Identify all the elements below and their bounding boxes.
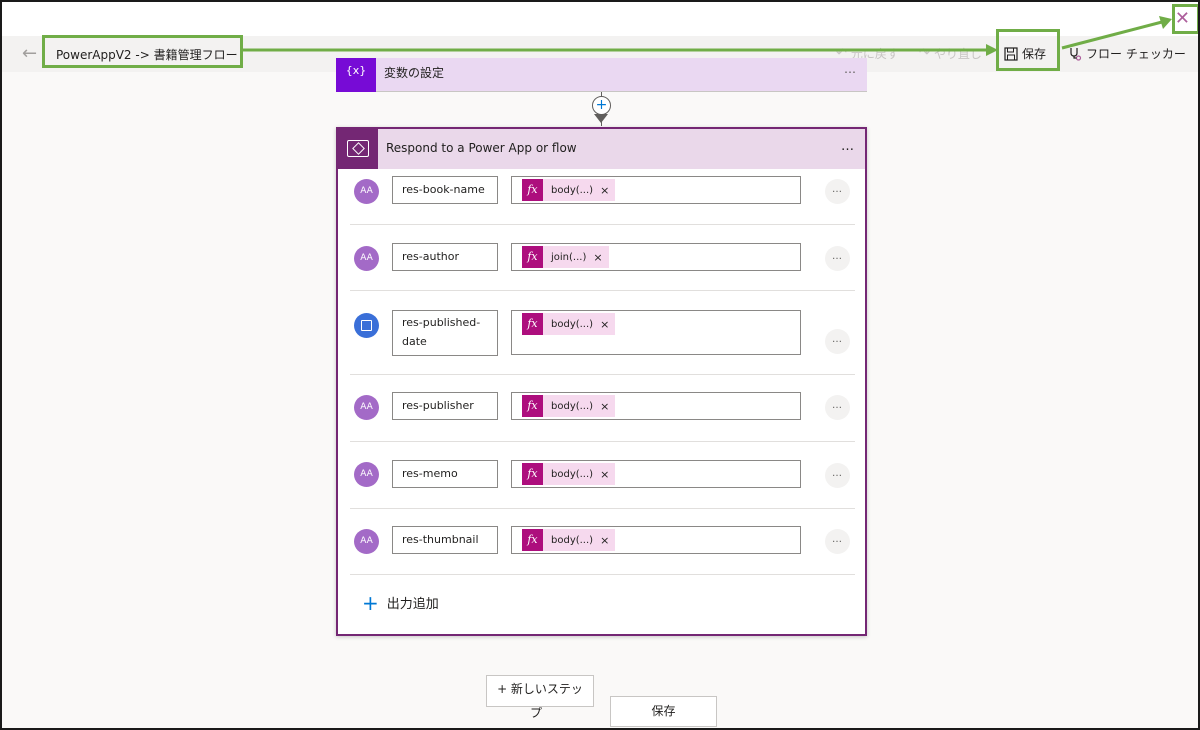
token-label: body(...) — [551, 468, 594, 480]
output-row: AA res-publisher fx body(...) × … — [350, 375, 855, 442]
set-variable-action[interactable]: {x} 変数の設定 … — [336, 58, 867, 92]
new-step-button[interactable]: + 新しいステッ — [486, 675, 594, 707]
remove-token-icon[interactable]: × — [600, 468, 609, 481]
output-name-field[interactable]: res-memo — [392, 460, 498, 488]
card-title: Respond to a Power App or flow — [386, 141, 577, 155]
remove-token-icon[interactable]: × — [593, 251, 602, 264]
set-variable-title: 変数の設定 — [384, 66, 445, 80]
output-row: res-published-date fx body(...) × … — [350, 291, 855, 375]
fx-icon: fx — [522, 313, 543, 335]
new-step-label-wrap[interactable]: プ — [530, 704, 542, 721]
output-value-field[interactable]: fx body(...) × — [511, 526, 801, 554]
output-value-field[interactable]: fx body(...) × — [511, 176, 801, 204]
redo-label: やり直し — [933, 47, 982, 61]
text-type-icon: AA — [354, 395, 379, 420]
expression-token[interactable]: fx body(...) × — [522, 179, 616, 201]
output-name-field[interactable]: res-author — [392, 243, 498, 271]
variable-icon: {x} — [336, 58, 376, 92]
output-name-field[interactable]: res-publisher — [392, 392, 498, 420]
flow-checker-label: フロー チェッカー — [1086, 47, 1186, 61]
fx-icon: fx — [522, 395, 543, 417]
powerapps-icon — [338, 129, 378, 169]
expression-token[interactable]: fx body(...) × — [522, 463, 616, 485]
highlight-breadcrumb — [42, 35, 243, 68]
redo-icon: ↷ — [919, 46, 930, 61]
expression-token[interactable]: fx body(...) × — [522, 395, 616, 417]
output-name-field[interactable]: res-thumbnail — [392, 526, 498, 554]
card-more-icon[interactable]: … — [841, 139, 855, 154]
connector-arrow-icon — [594, 114, 608, 123]
expression-token[interactable]: fx body(...) × — [522, 529, 616, 551]
token-label: body(...) — [551, 318, 594, 330]
remove-token-icon[interactable]: × — [600, 534, 609, 547]
card-header[interactable]: Respond to a Power App or flow … — [338, 129, 865, 169]
remove-token-icon[interactable]: × — [600, 184, 609, 197]
more-icon[interactable]: … — [844, 62, 857, 76]
flow-checker-button[interactable]: フロー チェッカー — [1068, 45, 1186, 62]
redo-button[interactable]: ↷ やり直し — [919, 45, 982, 62]
output-row: AA res-memo fx body(...) × … — [350, 442, 855, 509]
token-label: join(...) — [551, 251, 587, 263]
row-more-icon[interactable]: … — [825, 463, 850, 488]
text-type-icon: AA — [354, 246, 379, 271]
highlight-save — [996, 29, 1060, 71]
token-label: body(...) — [551, 184, 594, 196]
fx-icon: fx — [522, 246, 543, 268]
output-value-field[interactable]: fx body(...) × — [511, 392, 801, 420]
fx-icon: fx — [522, 179, 543, 201]
expression-token[interactable]: fx body(...) × — [522, 313, 616, 335]
row-more-icon[interactable]: … — [825, 329, 850, 354]
add-output-button[interactable]: + 出力追加 — [362, 590, 439, 615]
add-output-label: 出力追加 — [386, 597, 439, 612]
plus-icon: + — [362, 590, 379, 615]
output-row: AA res-book-name fx body(...) × … — [350, 169, 855, 225]
row-more-icon[interactable]: … — [825, 179, 850, 204]
output-value-field[interactable]: fx join(...) × — [511, 243, 801, 271]
output-name-field[interactable]: res-book-name — [392, 176, 498, 204]
expression-token[interactable]: fx join(...) × — [522, 246, 609, 268]
text-type-icon: AA — [354, 462, 379, 487]
respond-to-powerapp-card: Respond to a Power App or flow … AA res-… — [336, 127, 867, 636]
fx-icon: fx — [522, 529, 543, 551]
text-type-icon: AA — [354, 529, 379, 554]
highlight-close — [1172, 4, 1198, 34]
token-label: body(...) — [551, 400, 594, 412]
output-value-field[interactable]: fx body(...) × — [511, 310, 801, 355]
output-value-field[interactable]: fx body(...) × — [511, 460, 801, 488]
token-label: body(...) — [551, 534, 594, 546]
row-more-icon[interactable]: … — [825, 529, 850, 554]
insert-step-plus-icon[interactable]: + — [592, 96, 611, 115]
remove-token-icon[interactable]: × — [600, 400, 609, 413]
save-bottom-button[interactable]: 保存 — [610, 696, 717, 727]
row-more-icon[interactable]: … — [825, 246, 850, 271]
date-type-icon — [354, 313, 379, 338]
remove-token-icon[interactable]: × — [600, 318, 609, 331]
fx-icon: fx — [522, 463, 543, 485]
row-more-icon[interactable]: … — [825, 395, 850, 420]
app-window: ← PowerAppV2 -> 書籍管理フロー ↶ 元に戻す ↷ やり直し 保存… — [0, 0, 1200, 730]
stethoscope-icon — [1070, 47, 1082, 61]
output-row: AA res-author fx join(...) × … — [350, 225, 855, 291]
output-name-field[interactable]: res-published-date — [392, 310, 498, 356]
text-type-icon: AA — [354, 179, 379, 204]
output-row: AA res-thumbnail fx body(...) × … — [350, 509, 855, 575]
